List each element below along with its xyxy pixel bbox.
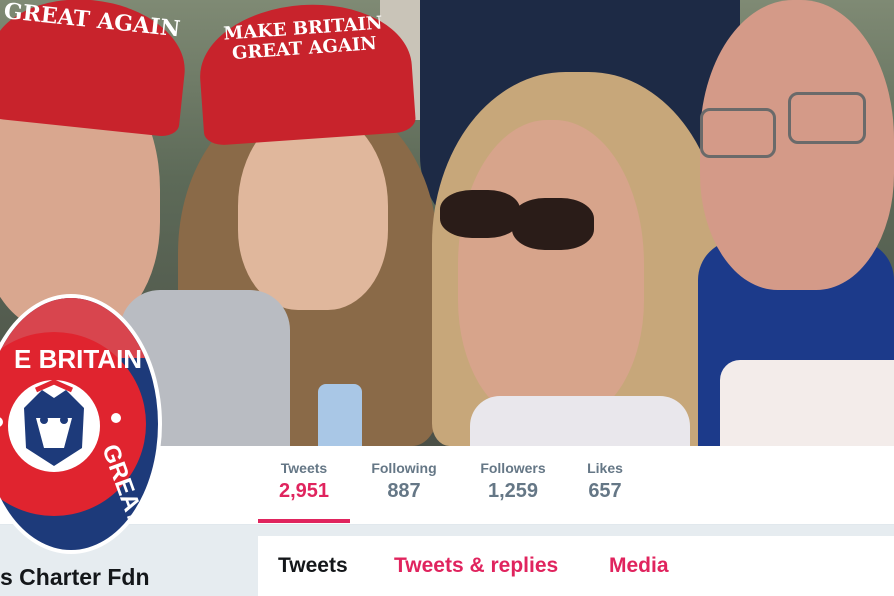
stat-likes[interactable]: Likes 657 (580, 460, 630, 503)
stat-followers-label: Followers (480, 460, 546, 476)
sunglasses-right-lens (512, 198, 594, 250)
red-cap-left: GREAT AGAIN (0, 0, 192, 138)
profile-avatar[interactable]: E BRITAIN GREAT A (0, 294, 162, 554)
avatar-frame: E BRITAIN GREAT A (0, 294, 162, 554)
glasses-left-frame (700, 108, 776, 158)
tab-media[interactable]: Media (609, 554, 669, 578)
tab-tweets[interactable]: Tweets (278, 554, 348, 578)
profile-display-name: s Charter Fdn (0, 564, 150, 590)
stat-tweets[interactable]: Tweets 2,951 (258, 460, 350, 503)
timeline-tabs: Tweets Tweets & replies Media (258, 536, 894, 596)
red-cap-center: MAKE BRITAIN GREAT AGAIN (195, 0, 417, 147)
stat-tweets-value: 2,951 (278, 480, 330, 502)
avatar-text-top: E BRITAIN (14, 344, 142, 374)
glasses-right-frame (788, 92, 866, 144)
cap-left-text: GREAT AGAIN (2, 0, 182, 43)
make-britain-great-again-logo: E BRITAIN GREAT A (0, 298, 158, 550)
water-bottle (318, 384, 362, 446)
sunglasses-left-lens (440, 190, 520, 238)
person-right-face (458, 120, 644, 420)
person-right-top (470, 396, 690, 446)
paper-in-hand (720, 360, 894, 446)
stat-following-value: 887 (387, 480, 421, 502)
stat-likes-value: 657 (588, 480, 622, 502)
tab-tweets-and-replies[interactable]: Tweets & replies (394, 554, 558, 578)
stat-tweets-label: Tweets (280, 460, 328, 476)
stat-followers-value: 1,259 (487, 480, 539, 502)
stat-following-label: Following (371, 460, 437, 476)
stat-followers[interactable]: Followers 1,259 (470, 460, 556, 503)
active-stat-underline (258, 519, 350, 523)
stat-likes-label: Likes (587, 460, 623, 476)
stat-following[interactable]: Following 887 (362, 460, 446, 503)
